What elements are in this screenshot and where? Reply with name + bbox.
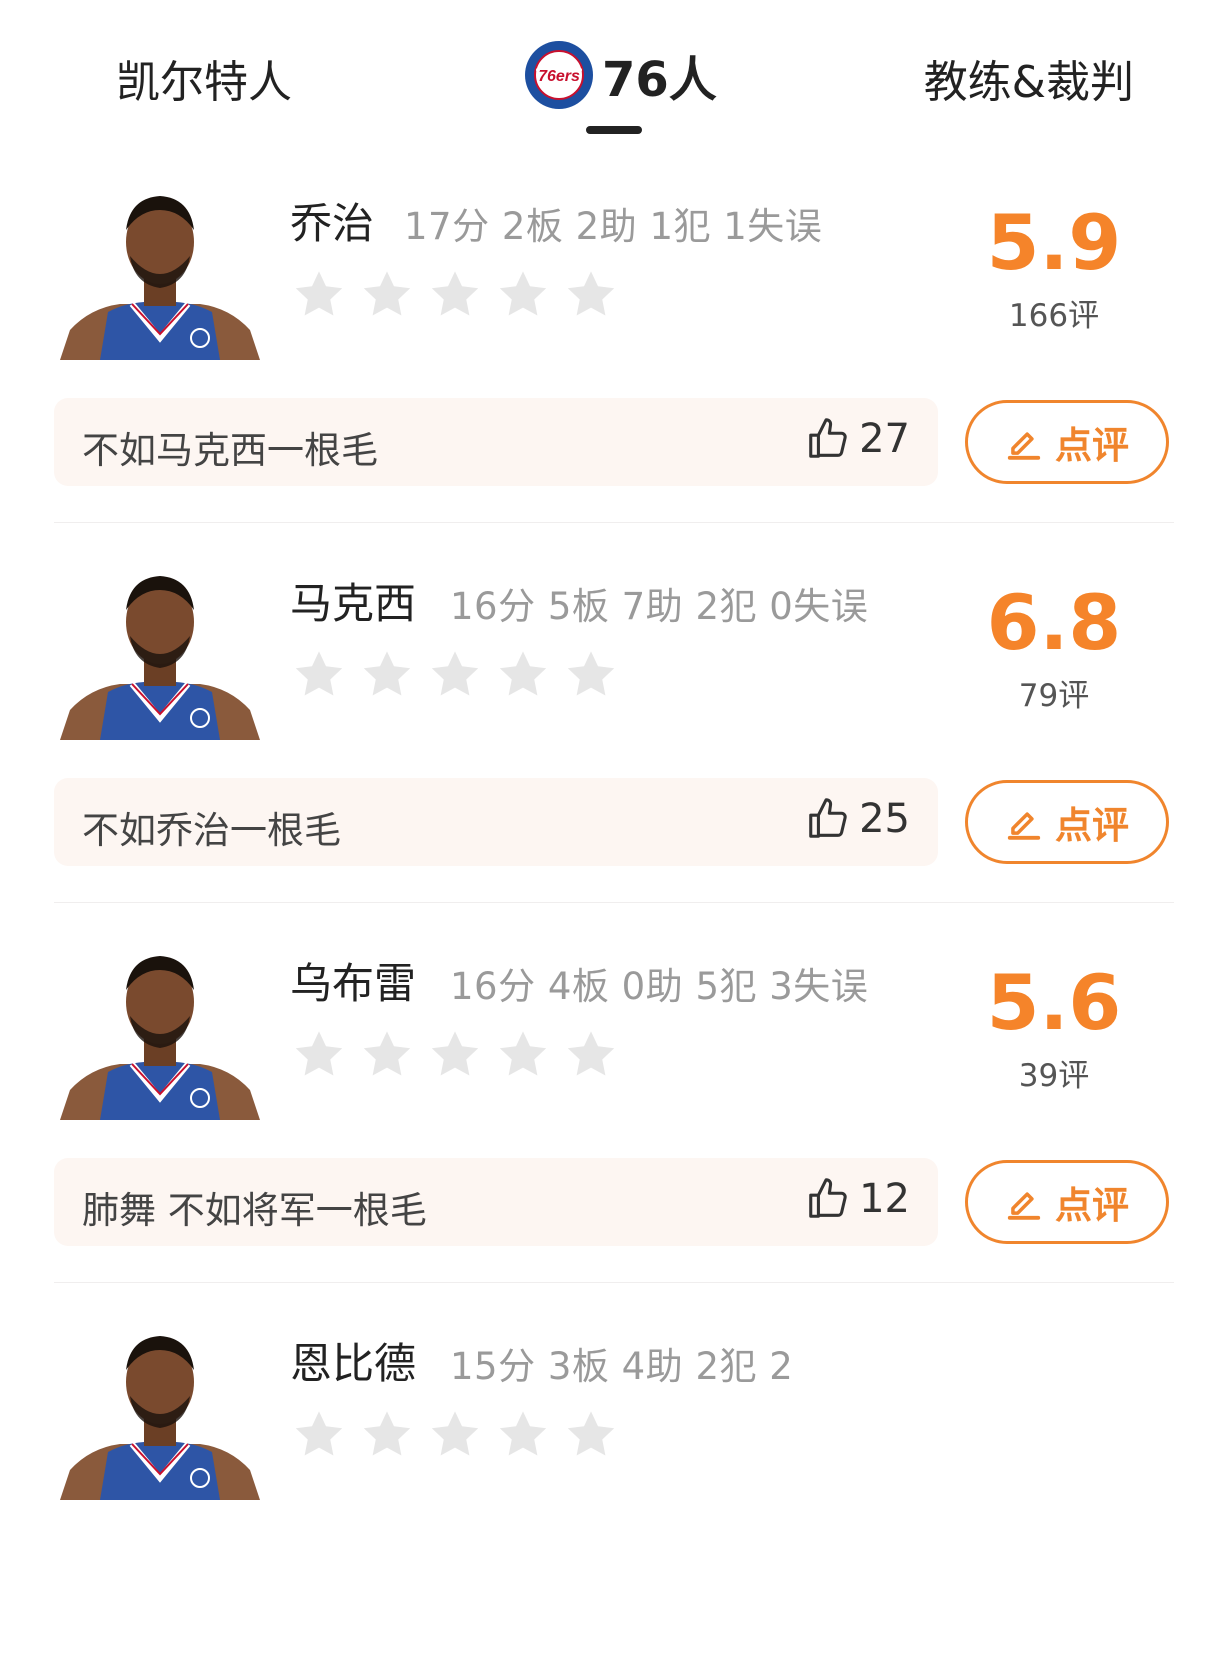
like-count: 25	[859, 796, 910, 842]
rating-stars[interactable]	[292, 1408, 618, 1462]
player-photo-icon	[60, 576, 260, 740]
player-avatar[interactable]	[60, 180, 260, 360]
thumbs-up-icon	[809, 418, 847, 458]
comment-text: 不如乔治一根毛	[82, 809, 341, 852]
player-row: 恩比德 15分 3板 4助 2犯 2	[0, 1300, 1228, 1680]
pencil-icon	[1007, 432, 1041, 460]
star-icon[interactable]	[428, 268, 482, 322]
tab-coach-referee[interactable]: 教练&裁判	[924, 46, 1134, 110]
star-icon[interactable]	[428, 1028, 482, 1082]
player-photo-icon	[60, 956, 260, 1120]
tab-celtics[interactable]: 凯尔特人	[116, 46, 292, 110]
svg-text:76ers: 76ers	[538, 68, 580, 85]
star-icon[interactable]	[428, 648, 482, 702]
row-divider	[54, 1282, 1174, 1283]
player-stats: 16分 5板 7助 2犯 0失误	[450, 585, 869, 628]
star-icon[interactable]	[496, 268, 550, 322]
star-icon[interactable]	[564, 1028, 618, 1082]
fade-overlay	[808, 1318, 1168, 1478]
team-tabs: 凯尔特人 76ers 76人 教练&裁判	[0, 0, 1228, 150]
review-button[interactable]: 点评	[965, 1160, 1169, 1244]
player-score: 5.9	[986, 198, 1122, 287]
player-name: 乔治	[290, 199, 375, 248]
star-icon[interactable]	[496, 1028, 550, 1082]
player-row: 马克西 16分 5板 7助 2犯 0失误 6.8 79评 不如乔治一根毛 25	[0, 540, 1228, 920]
player-name: 乌布雷	[290, 959, 417, 1008]
review-label: 点评	[1055, 424, 1129, 467]
tab-76ers[interactable]: 76ers 76人	[524, 40, 717, 110]
player-score: 6.8	[986, 578, 1122, 667]
rating-stars[interactable]	[292, 648, 618, 702]
star-icon[interactable]	[360, 268, 414, 322]
player-stats: 16分 4板 0助 5犯 3失误	[450, 965, 869, 1008]
player-name: 马克西	[290, 579, 417, 628]
player-stats: 17分 2板 2助 1犯 1失误	[404, 205, 823, 248]
review-label: 点评	[1055, 804, 1129, 847]
top-comment[interactable]: 不如马克西一根毛 27	[54, 398, 938, 486]
star-icon[interactable]	[564, 648, 618, 702]
review-count: 39评	[1018, 1058, 1090, 1094]
review-label: 点评	[1055, 1184, 1129, 1227]
row-divider	[54, 522, 1174, 523]
star-icon[interactable]	[564, 1408, 618, 1462]
player-stats: 15分 3板 4助 2犯 2	[450, 1345, 794, 1388]
pencil-icon	[1007, 1192, 1041, 1220]
player-avatar[interactable]	[60, 560, 260, 740]
rating-stars[interactable]	[292, 268, 618, 322]
comment-text: 不如马克西一根毛	[82, 429, 378, 472]
star-icon[interactable]	[360, 1028, 414, 1082]
star-icon[interactable]	[496, 648, 550, 702]
player-row: 乔治 17分 2板 2助 1犯 1失误 5.9 166评 不如马克西一根毛 27	[0, 160, 1228, 540]
player-avatar[interactable]	[60, 1320, 260, 1500]
top-comment[interactable]: 肺舞 不如将军一根毛 12	[54, 1158, 938, 1246]
thumbs-up-icon	[809, 1178, 847, 1218]
player-name: 恩比德	[290, 1339, 417, 1388]
tab-76ers-label: 76人	[602, 52, 717, 108]
star-icon[interactable]	[292, 1028, 346, 1082]
review-count: 79评	[1018, 678, 1090, 714]
like-button[interactable]: 27	[805, 416, 910, 462]
like-count: 12	[859, 1176, 910, 1222]
star-icon[interactable]	[360, 1408, 414, 1462]
star-icon[interactable]	[428, 1408, 482, 1462]
star-icon[interactable]	[292, 648, 346, 702]
star-icon[interactable]	[360, 648, 414, 702]
like-button[interactable]: 25	[805, 796, 910, 842]
player-score: 5.6	[986, 958, 1122, 1047]
active-tab-indicator	[586, 126, 642, 134]
player-photo-icon	[60, 1336, 260, 1500]
76ers-logo-icon: 76ers	[525, 41, 593, 109]
star-icon[interactable]	[496, 1408, 550, 1462]
review-button[interactable]: 点评	[965, 400, 1169, 484]
rating-stars[interactable]	[292, 1028, 618, 1082]
review-count: 166评	[1008, 298, 1100, 334]
pencil-icon	[1007, 812, 1041, 840]
comment-text: 肺舞 不如将军一根毛	[82, 1189, 427, 1232]
thumbs-up-icon	[809, 798, 847, 838]
star-icon[interactable]	[292, 1408, 346, 1462]
like-count: 27	[859, 416, 910, 462]
review-button[interactable]: 点评	[965, 780, 1169, 864]
top-comment[interactable]: 不如乔治一根毛 25	[54, 778, 938, 866]
like-button[interactable]: 12	[805, 1176, 910, 1222]
player-photo-icon	[60, 196, 260, 360]
star-icon[interactable]	[292, 268, 346, 322]
player-avatar[interactable]	[60, 940, 260, 1120]
player-row: 乌布雷 16分 4板 0助 5犯 3失误 5.6 39评 肺舞 不如将军一根毛 …	[0, 920, 1228, 1300]
star-icon[interactable]	[564, 268, 618, 322]
row-divider	[54, 902, 1174, 903]
